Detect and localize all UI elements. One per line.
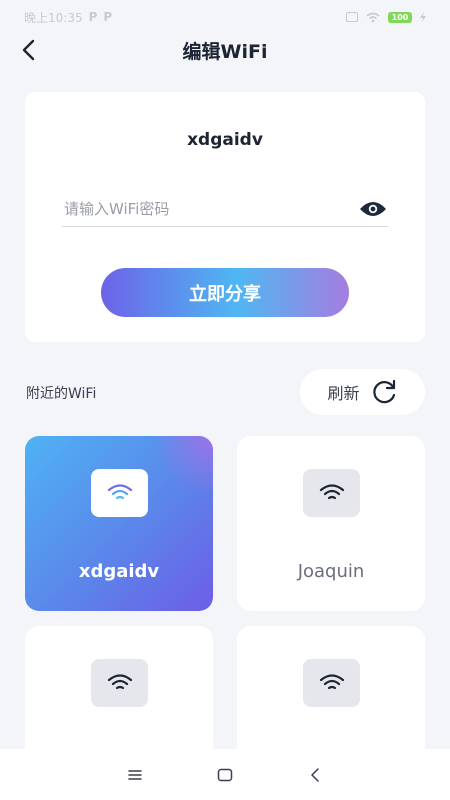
show-password-button[interactable] xyxy=(358,199,388,219)
charging-icon xyxy=(420,12,426,22)
eye-icon xyxy=(360,202,386,216)
home-button[interactable] xyxy=(205,755,245,795)
share-now-button[interactable]: 立即分享 xyxy=(101,268,349,317)
battery-icon: 100 xyxy=(388,11,412,23)
system-back-button[interactable] xyxy=(295,755,335,795)
status-left: 晚上10:35 P P xyxy=(24,9,112,26)
wifi-icon xyxy=(319,484,344,500)
wifi-icon-box xyxy=(303,469,360,517)
wifi-card[interactable]: xdgaidv xyxy=(25,436,213,611)
password-input[interactable] xyxy=(62,200,358,218)
system-nav-bar xyxy=(0,749,450,800)
wifi-signal-icon xyxy=(366,12,380,22)
wifi-name: xdgaidv xyxy=(78,561,160,582)
page-title: 编辑WiFi xyxy=(182,40,268,63)
share-card: xdgaidv 立即分享 xyxy=(25,92,425,342)
password-row xyxy=(62,192,388,227)
wifi-icon xyxy=(107,484,132,500)
refresh-icon xyxy=(372,379,395,404)
wifi-name: Joaquin xyxy=(297,561,365,582)
refresh-label: 刷新 xyxy=(327,384,360,403)
notification-icon-1: P xyxy=(88,10,98,24)
wifi-icon xyxy=(107,674,132,690)
chevron-left-icon xyxy=(311,767,319,782)
ssid-name: xdgaidv xyxy=(187,130,263,150)
menu-button[interactable] xyxy=(115,755,155,795)
header: 编辑WiFi xyxy=(0,30,450,70)
status-bar: 晚上10:35 P P 100 xyxy=(0,0,450,34)
home-square-icon xyxy=(217,768,233,781)
back-arrow-icon xyxy=(22,39,35,61)
wifi-icon xyxy=(319,674,344,690)
nearby-wifi-label: 附近的WiFi xyxy=(26,386,97,402)
wifi-icon-box xyxy=(303,659,360,707)
wifi-icon-box xyxy=(91,659,148,707)
refresh-button[interactable]: 刷新 xyxy=(300,369,425,415)
back-button[interactable] xyxy=(14,34,42,66)
wifi-icon-box xyxy=(91,469,148,517)
status-right: 100 xyxy=(346,11,426,23)
notification-icon-2: P xyxy=(103,10,113,24)
sim-icon xyxy=(346,12,358,22)
menu-icon xyxy=(128,769,142,780)
status-time: 晚上10:35 xyxy=(24,10,83,25)
wifi-card[interactable]: Joaquin xyxy=(237,436,425,611)
